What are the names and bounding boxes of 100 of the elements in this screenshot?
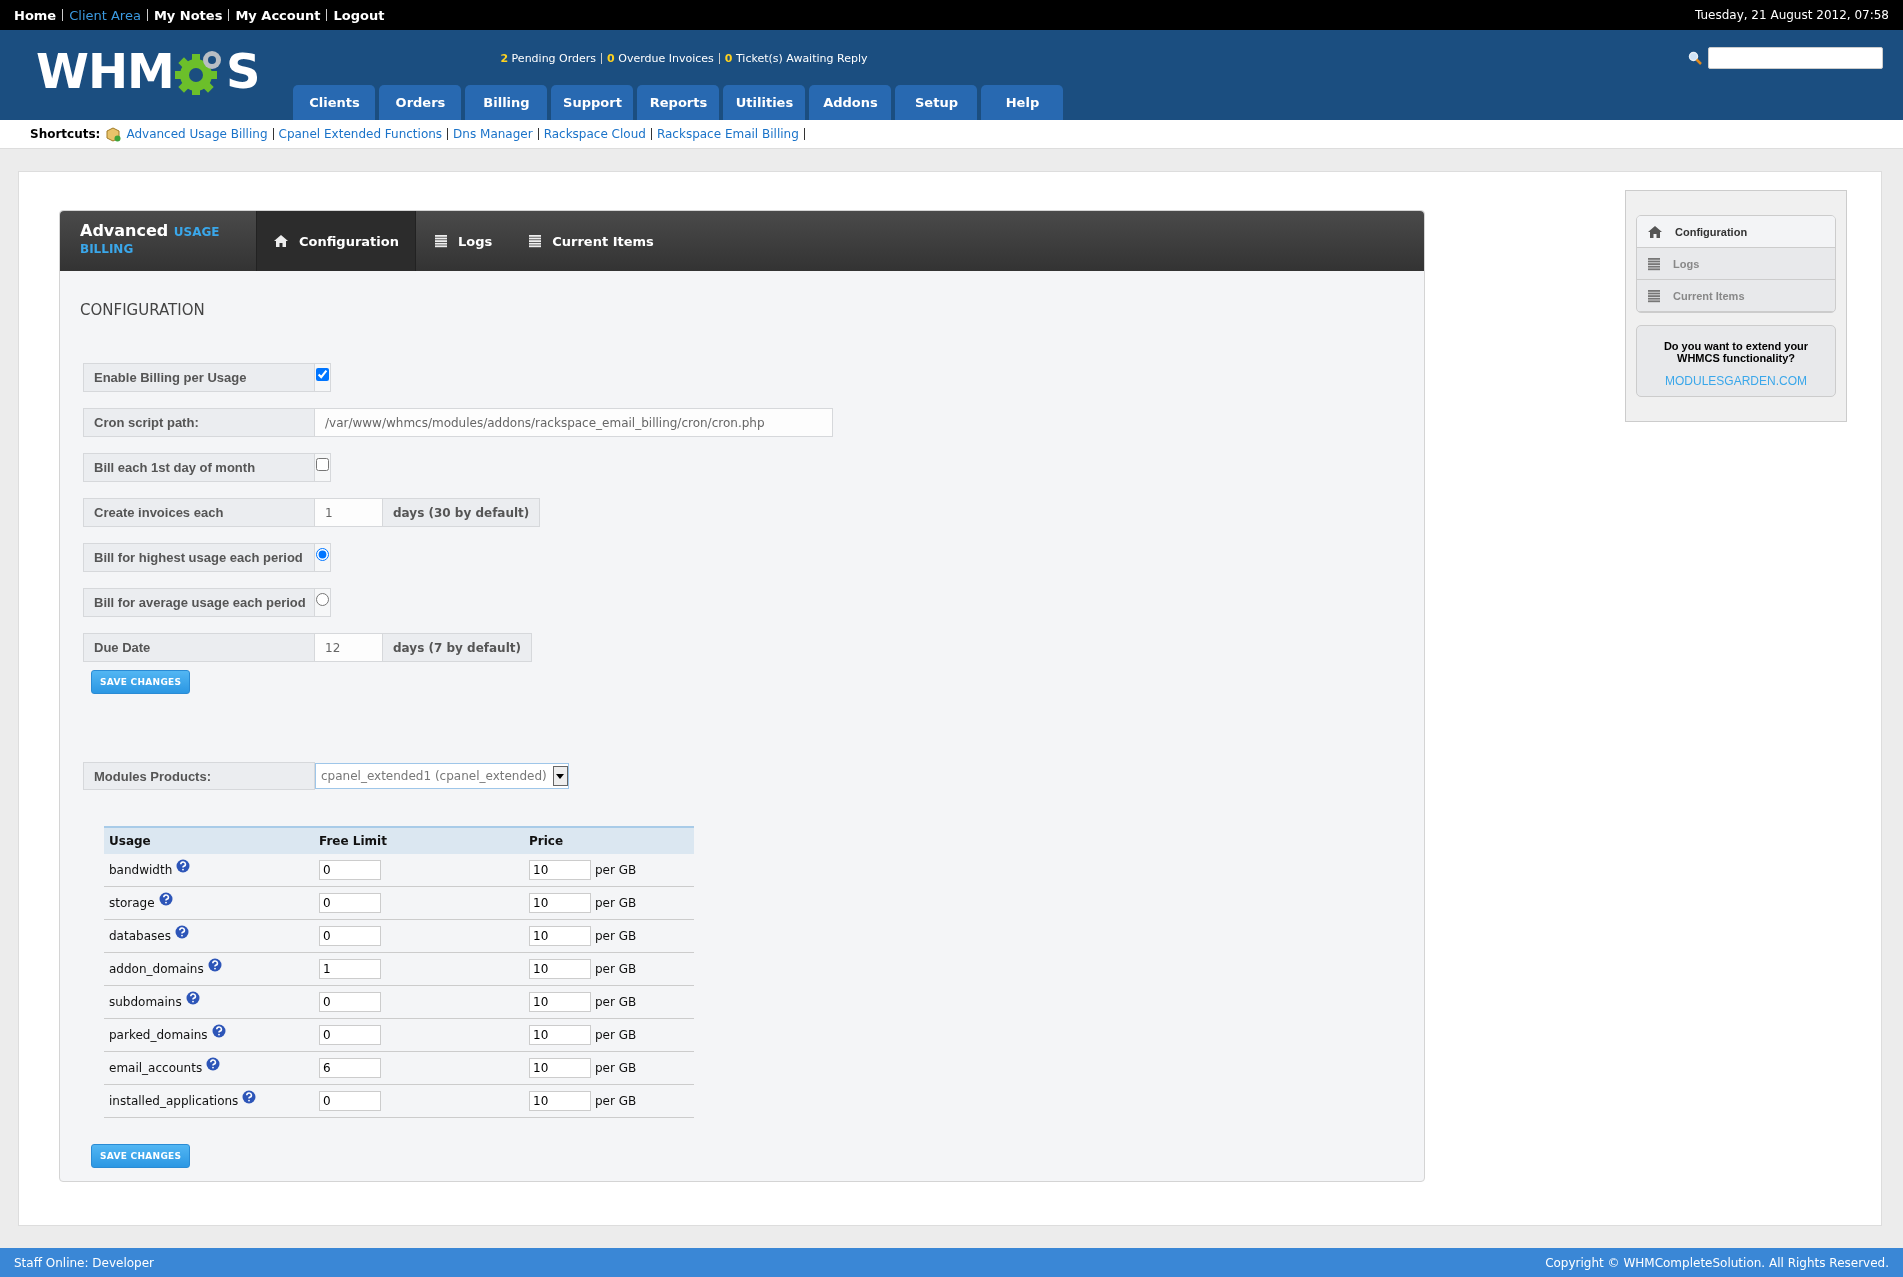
help-icon[interactable] bbox=[174, 925, 189, 939]
help-icon[interactable] bbox=[207, 958, 222, 972]
unit-label: per GB bbox=[595, 863, 637, 877]
field-suffix: days (30 by default) bbox=[383, 498, 541, 527]
field-label: Modules Products: bbox=[83, 762, 315, 790]
input-field[interactable]: 10 bbox=[529, 860, 591, 880]
nav-tab[interactable]: Addons bbox=[809, 85, 892, 120]
input-field[interactable]: 0 bbox=[319, 1091, 381, 1111]
nav-tab[interactable]: Utilities bbox=[723, 85, 806, 120]
top-nav-link[interactable]: Home bbox=[14, 7, 57, 23]
input-field[interactable]: 0 bbox=[319, 992, 381, 1012]
nav-tab[interactable]: Clients bbox=[293, 85, 376, 120]
input-field[interactable]: 10 bbox=[529, 1091, 591, 1111]
top-nav-link[interactable]: My Account bbox=[235, 7, 321, 23]
input-field[interactable]: 1 bbox=[315, 498, 383, 527]
input-field[interactable]: 0 bbox=[319, 860, 381, 880]
notice-link[interactable]: 0 Overdue Invoices bbox=[607, 52, 714, 65]
field-label: Bill each 1st day of month bbox=[83, 453, 315, 482]
input-field[interactable]: 0 bbox=[319, 1025, 381, 1045]
top-nav-link[interactable]: My Notes bbox=[153, 7, 223, 23]
radio-button[interactable] bbox=[316, 593, 329, 606]
copyright: Copyright © WHMCompleteSolution. All Rights Reserved. bbox=[1545, 1255, 1889, 1270]
field-label: Bill for average usage each period bbox=[83, 588, 315, 617]
nav-tab[interactable]: Setup bbox=[895, 85, 978, 120]
usage-name: addon_domains bbox=[109, 962, 204, 976]
module-tab[interactable]: Current Items bbox=[510, 211, 672, 271]
shortcut-link[interactable]: Dns Manager bbox=[453, 127, 533, 141]
help-icon[interactable] bbox=[242, 1090, 257, 1104]
input-field[interactable]: 12 bbox=[315, 633, 383, 662]
list-icon bbox=[1647, 288, 1661, 303]
input-field[interactable]: 10 bbox=[529, 959, 591, 979]
usage-name: bandwidth bbox=[109, 863, 173, 877]
field-suffix: days (7 by default) bbox=[383, 633, 532, 662]
usage-name: databases bbox=[109, 929, 171, 943]
unit-label: per GB bbox=[595, 929, 637, 943]
usage-name: email_accounts bbox=[109, 1061, 203, 1075]
top-nav-link[interactable]: Logout bbox=[333, 7, 385, 23]
help-icon[interactable] bbox=[185, 991, 200, 1005]
unit-label: per GB bbox=[595, 896, 637, 910]
input-field[interactable]: 0 bbox=[319, 893, 381, 913]
field-label: Due Date bbox=[83, 633, 315, 662]
shortcut-link[interactable]: Advanced Usage Billing bbox=[126, 127, 268, 141]
notice-link[interactable]: 2 Pending Orders bbox=[500, 52, 597, 65]
module-tab[interactable]: Logs bbox=[415, 211, 511, 271]
home-icon bbox=[1647, 224, 1663, 239]
product-select[interactable]: cpanel_extended1 (cpanel_extended) bbox=[315, 763, 569, 789]
usage-name: subdomains bbox=[109, 995, 182, 1009]
usage-name: storage bbox=[109, 896, 155, 910]
help-icon[interactable] bbox=[176, 859, 191, 873]
notice-link[interactable]: 0 Ticket(s) Awaiting Reply bbox=[724, 52, 868, 65]
section-heading: CONFIGURATION bbox=[80, 301, 206, 319]
checkbox[interactable] bbox=[316, 458, 329, 471]
input-field[interactable]: 10 bbox=[529, 926, 591, 946]
input-field[interactable]: /var/www/whmcs/modules/addons/rackspace_email_billing/cron/cron.php bbox=[315, 408, 833, 437]
input-field[interactable]: 10 bbox=[529, 1058, 591, 1078]
module-tab[interactable]: Configuration bbox=[257, 211, 416, 271]
list-icon bbox=[433, 234, 448, 248]
unit-label: per GB bbox=[595, 962, 637, 976]
nav-tab[interactable]: Help bbox=[981, 85, 1064, 120]
box-icon bbox=[105, 126, 122, 142]
input-field[interactable]: 1 bbox=[319, 959, 381, 979]
shortcuts-label: Shortcuts: bbox=[30, 127, 101, 141]
shortcut-link[interactable]: Rackspace Email Billing bbox=[656, 127, 799, 141]
field-label: Cron script path: bbox=[83, 408, 315, 437]
top-nav-link[interactable]: Client Area bbox=[69, 7, 141, 23]
list-icon bbox=[528, 234, 543, 248]
nav-tab[interactable]: Support bbox=[551, 85, 634, 120]
column-header: Usage bbox=[104, 827, 314, 854]
unit-label: per GB bbox=[595, 995, 637, 1009]
help-icon[interactable] bbox=[158, 892, 173, 906]
logo-text: WHM bbox=[36, 47, 174, 95]
search-field[interactable] bbox=[1708, 47, 1883, 69]
side-menu-item[interactable]: Configuration bbox=[1637, 216, 1835, 248]
usage-name: parked_domains bbox=[109, 1028, 208, 1042]
column-header: Free Limit bbox=[314, 827, 524, 854]
staff-online: Staff Online: Developer bbox=[14, 1255, 155, 1270]
column-header: Price bbox=[524, 827, 694, 854]
input-field[interactable]: 10 bbox=[529, 893, 591, 913]
input-field[interactable]: 10 bbox=[529, 992, 591, 1012]
promo-text: Do you want to extend your WHMCS functionality? bbox=[1662, 340, 1810, 364]
radio-button[interactable] bbox=[316, 548, 329, 561]
unit-label: per GB bbox=[595, 1094, 637, 1108]
help-icon[interactable] bbox=[211, 1024, 226, 1038]
search-icon bbox=[1688, 51, 1702, 65]
input-field[interactable]: 0 bbox=[319, 926, 381, 946]
field-label: Bill for highest usage each period bbox=[83, 543, 315, 572]
home-icon bbox=[273, 234, 289, 248]
checkbox[interactable] bbox=[316, 368, 329, 381]
nav-tab[interactable]: Orders bbox=[379, 85, 462, 120]
usage-name: installed_applications bbox=[109, 1094, 239, 1108]
unit-label: per GB bbox=[595, 1028, 637, 1042]
nav-tab[interactable]: Billing bbox=[465, 85, 548, 120]
field-label: Create invoices each bbox=[83, 498, 315, 527]
help-icon[interactable] bbox=[206, 1057, 221, 1071]
nav-tab[interactable]: Reports bbox=[637, 85, 720, 120]
logo-text: S bbox=[225, 47, 260, 95]
shortcut-link[interactable]: Rackspace Cloud bbox=[543, 127, 646, 141]
input-field[interactable]: 10 bbox=[529, 1025, 591, 1045]
shortcut-link[interactable]: Cpanel Extended Functions bbox=[278, 127, 443, 141]
input-field[interactable]: 6 bbox=[319, 1058, 381, 1078]
